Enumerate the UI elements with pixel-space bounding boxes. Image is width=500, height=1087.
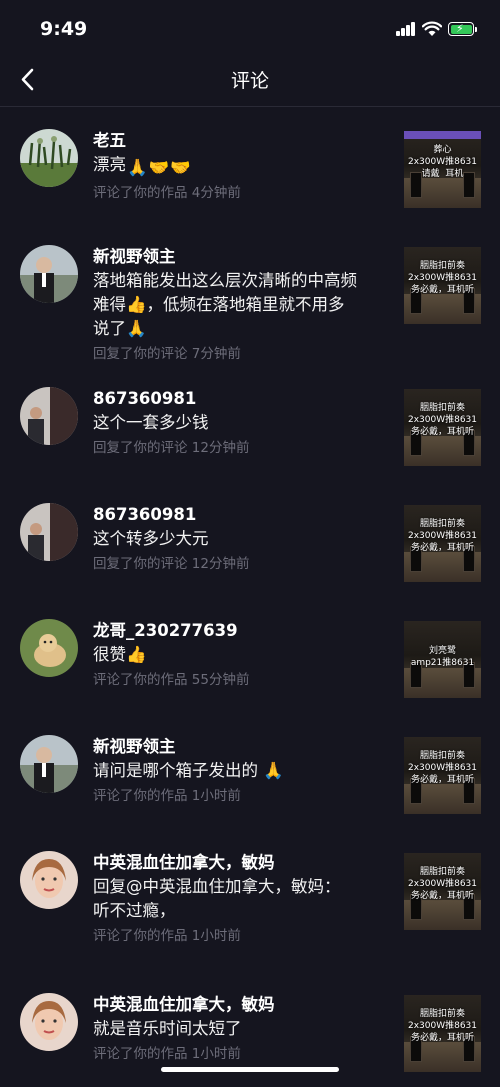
username[interactable]: 中英混血住加拿大，敏妈	[93, 993, 389, 1017]
comment-text: 漂亮🙏🤝🤝	[93, 153, 389, 180]
comment-meta: 评论了你的作品 1小时前	[93, 928, 241, 944]
thumbnail-caption: 葬心 2x300W推8631 请戴 耳机	[407, 145, 478, 179]
comment-meta: 回复了你的评论 12分钟前	[93, 556, 250, 572]
username[interactable]: 867360981	[93, 387, 389, 411]
list-item[interactable]: 中英混血住加拿大，敏妈 回复@中英混血住加拿大，敏妈： 听不过瘾， 评论了你的作…	[0, 829, 500, 971]
avatar[interactable]	[20, 619, 78, 677]
video-thumbnail[interactable]: 葬心 2x300W推8631 请戴 耳机	[404, 131, 481, 208]
username[interactable]: 新视野领主	[93, 245, 389, 269]
username[interactable]: 龙哥_230277639	[93, 619, 389, 643]
video-thumbnail[interactable]: 胭脂扣前奏 2x300W推8631 务必戴，耳机听	[404, 737, 481, 814]
avatar[interactable]	[20, 851, 78, 909]
comment-text: 请问是哪个箱子发出的 🙏	[93, 761, 284, 780]
username[interactable]: 867360981	[93, 503, 389, 527]
comment-list: 老五 漂亮🙏🤝🤝 评论了你的作品 4分钟前 葬心 2x300W推8631 请戴 耳机…	[0, 107, 500, 1087]
video-thumbnail[interactable]: 胭脂扣前奏 2x300W推8631 务必戴，耳机听	[404, 505, 481, 582]
list-item[interactable]: 867360981 这个转多少大元 回复了你的评论 12分钟前 胭脂扣前奏 2x3…	[0, 481, 500, 597]
comment-text-line: 落地箱能发出这么层次清晰的中高频	[93, 271, 357, 290]
username[interactable]: 新视野领主	[93, 735, 389, 759]
comment-meta: 评论了你的作品 55分钟前	[93, 672, 250, 688]
avatar[interactable]	[20, 245, 78, 303]
comment-text: 这个转多少大元	[93, 529, 209, 548]
status-bar: 9:49 ⚡	[0, 0, 500, 56]
avatar[interactable]	[20, 735, 78, 793]
comment-text-line: 听不过瘾，	[93, 901, 176, 920]
home-indicator[interactable]	[161, 1067, 339, 1072]
list-item[interactable]: 龙哥_230277639 很赞👍 评论了你的作品 55分钟前 刘亮鹭 amp21推…	[0, 597, 500, 713]
comment-text: 这个一套多少钱	[93, 413, 209, 432]
list-item[interactable]: 老五 漂亮🙏🤝🤝 评论了你的作品 4分钟前 葬心 2x300W推8631 请戴 耳机	[0, 107, 500, 223]
status-time: 9:49	[40, 18, 88, 40]
thumbnail-caption: 刘亮鹭 amp21推8631	[410, 646, 475, 668]
comment-meta: 回复了你的评论 12分钟前	[93, 440, 250, 456]
comment-text-line: 难得👍，低频在落地箱里就不用多	[93, 295, 345, 314]
comment-text-line: 回复@中英混血住加拿大，敏妈：	[93, 877, 341, 896]
comment-meta: 评论了你的作品 1小时前	[93, 1046, 241, 1062]
avatar[interactable]	[20, 993, 78, 1051]
emoji-prayer-icon: 🙏	[127, 158, 148, 177]
thumbnail-caption: 胭脂扣前奏 2x300W推8631 务必戴，耳机听	[407, 1009, 478, 1043]
video-thumbnail[interactable]: 胭脂扣前奏 2x300W推8631 务必戴，耳机听	[404, 995, 481, 1072]
thumbnail-caption: 胭脂扣前奏 2x300W推8631 务必戴，耳机听	[407, 751, 478, 785]
battery-icon: ⚡	[448, 22, 474, 36]
list-item[interactable]: 新视野领主 落地箱能发出这么层次清晰的中高频 难得👍，低频在落地箱里就不用多 说…	[0, 223, 500, 365]
page-title: 评论	[230, 70, 269, 92]
thumbnail-caption: 胭脂扣前奏 2x300W推8631 务必戴，耳机听	[407, 261, 478, 295]
thumbnail-caption: 胭脂扣前奏 2x300W推8631 务必戴，耳机听	[407, 403, 478, 437]
video-thumbnail[interactable]: 刘亮鹭 amp21推8631	[404, 621, 481, 698]
thumbnail-caption: 胭脂扣前奏 2x300W推8631 务必戴，耳机听	[407, 867, 478, 901]
comment-text: 很赞👍	[93, 645, 147, 664]
video-thumbnail[interactable]: 胭脂扣前奏 2x300W推8631 务必戴，耳机听	[404, 247, 481, 324]
wifi-icon	[422, 21, 442, 36]
thumbnail-caption: 胭脂扣前奏 2x300W推8631 务必戴，耳机听	[407, 519, 478, 553]
comment-text: 就是音乐时间太短了	[93, 1019, 242, 1038]
battery-cap	[475, 27, 477, 32]
comment-text-line: 说了🙏	[93, 319, 147, 338]
emoji-handshake-icon: 🤝	[170, 158, 191, 177]
cellular-signal-icon	[396, 22, 416, 36]
video-thumbnail[interactable]: 胭脂扣前奏 2x300W推8631 务必戴，耳机听	[404, 389, 481, 466]
avatar[interactable]	[20, 129, 78, 187]
avatar[interactable]	[20, 503, 78, 561]
list-item[interactable]: 867360981 这个一套多少钱 回复了你的评论 12分钟前 胭脂扣前奏 2x3…	[0, 365, 500, 481]
comment-meta: 回复了你的评论 7分钟前	[93, 346, 241, 362]
video-thumbnail[interactable]: 胭脂扣前奏 2x300W推8631 务必戴，耳机听	[404, 853, 481, 930]
username[interactable]: 中英混血住加拿大，敏妈	[93, 851, 389, 875]
username[interactable]: 老五	[93, 129, 389, 153]
avatar[interactable]	[20, 387, 78, 445]
emoji-handshake-icon: 🤝	[148, 158, 170, 177]
comment-meta: 评论了你的作品 4分钟前	[93, 185, 241, 201]
nav-header: 评论	[0, 56, 500, 107]
comment-meta: 评论了你的作品 1小时前	[93, 788, 241, 804]
list-item[interactable]: 新视野领主 请问是哪个箱子发出的 🙏 评论了你的作品 1小时前 胭脂扣前奏 2x3…	[0, 713, 500, 829]
